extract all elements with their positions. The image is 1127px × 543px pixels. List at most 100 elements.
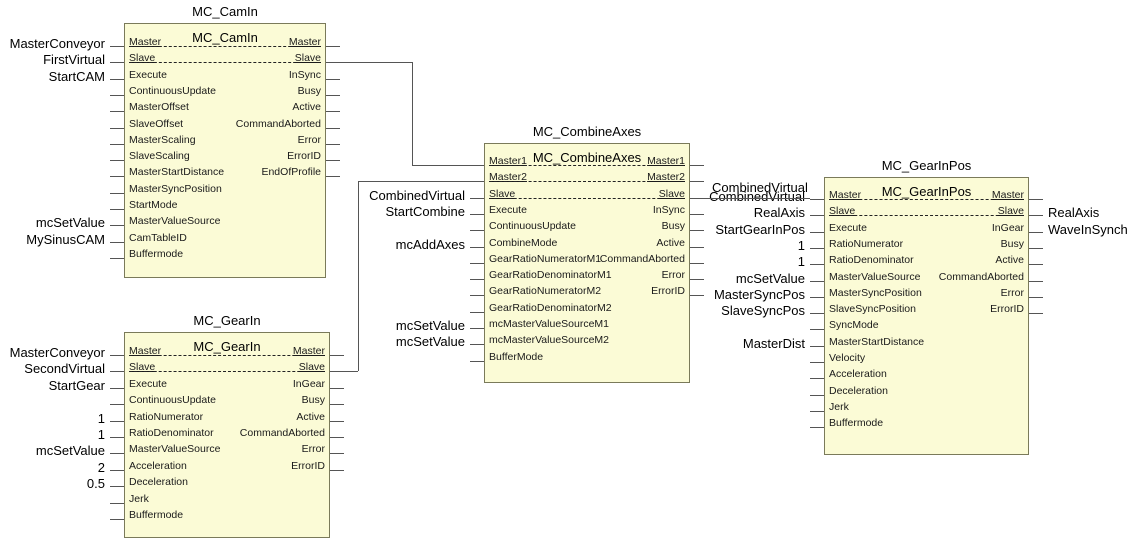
wire-camin-slave-h1 <box>340 62 412 64</box>
input-stub-cam_in-10 <box>110 209 124 210</box>
wire-gearin-slave-h1 <box>344 371 358 373</box>
input-stub-cam_in-7 <box>110 160 124 162</box>
input-pin-gear_in_pos-10: Velocity <box>829 352 866 364</box>
output-pin-gear_in-5: CommandAborted <box>239 427 325 439</box>
output-stub-gear_in-5 <box>330 437 344 438</box>
output-pin-gear_in-4: Active <box>296 410 325 423</box>
output-stub-combine_axes-3 <box>690 213 704 215</box>
output-stub-gear_in_pos-0 <box>1029 199 1043 200</box>
output-pin-gear_in-1: Slave <box>298 361 325 374</box>
function-block-gear_in_pos[interactable] <box>824 177 1029 455</box>
input-stub-gear_in_pos-2 <box>810 231 824 233</box>
output-stub-combine_axes-7 <box>690 279 704 281</box>
input-pin-cam_in-6: MasterScaling <box>129 133 196 146</box>
input-pin-cam_in-7: SlaveScaling <box>129 150 190 163</box>
input-stub-combine_axes-9 <box>470 311 484 313</box>
output-stub-gear_in_pos-1 <box>1029 215 1043 217</box>
input-stub-gear_in_pos-3 <box>810 247 824 249</box>
input-stub-gear_in_pos-8 <box>810 329 824 331</box>
input-stub-combine_axes-11 <box>470 344 484 346</box>
input-value-combine_axes-2: CombinedVirtual <box>369 187 465 203</box>
input-stub-combine_axes-2 <box>470 197 484 199</box>
input-stub-cam_in-8 <box>110 176 124 178</box>
input-stub-combine_axes-4 <box>470 230 484 232</box>
input-pin-cam_in-10: StartMode <box>129 199 178 211</box>
output-pin-gear_in_pos-7: ErrorID <box>990 303 1024 316</box>
input-stub-cam_in-12 <box>110 241 124 243</box>
input-stub-cam_in-4 <box>110 111 124 113</box>
input-stub-combine_axes-3 <box>470 213 484 215</box>
input-pin-gear_in_pos-5: MasterValueSource <box>829 270 921 283</box>
wire-camin-slave-h2 <box>412 165 470 166</box>
input-pin-gear_in-7: Acceleration <box>129 459 187 472</box>
input-pin-cam_in-11: MasterValueSource <box>129 215 221 228</box>
input-pin-gear_in_pos-14: Buffermode <box>829 417 884 430</box>
input-pin-gear_in_pos-8: SyncMode <box>829 319 879 332</box>
output-value-gear_in_pos-2: WaveInSynch <box>1048 221 1127 237</box>
wire-label-combined-virtual: CombinedVirtual <box>712 179 808 195</box>
input-value-gear_in-8: 0.5 <box>86 476 105 492</box>
input-stub-combine_axes-12 <box>470 360 484 362</box>
input-value-gear_in_pos-3: 1 <box>797 237 805 253</box>
input-stub-combine_axes-10 <box>470 328 484 329</box>
block-caption-gear_in: MC_GearIn <box>193 313 261 328</box>
input-stub-cam_in-6 <box>110 143 124 145</box>
output-pin-gear_in_pos-6: Error <box>1000 286 1024 299</box>
output-stub-cam_in-0 <box>326 46 340 47</box>
input-stub-gear_in_pos-9 <box>810 345 824 347</box>
output-stub-cam_in-5 <box>326 127 340 129</box>
input-value-gear_in-6: mcSetValue <box>35 443 105 459</box>
input-value-gear_in-5: 1 <box>97 427 105 442</box>
input-pin-gear_in-5: RatioDenominator <box>129 427 214 439</box>
input-pin-cam_in-13: Buffermode <box>129 247 184 260</box>
input-stub-gear_in_pos-10 <box>810 362 824 363</box>
output-stub-cam_in-6 <box>326 143 340 145</box>
output-stub-gear_in_pos-7 <box>1029 313 1043 315</box>
output-pin-cam_in-2: InSync <box>288 68 321 81</box>
input-pin-combine_axes-11: mcMasterValueSourceM2 <box>489 334 610 347</box>
input-value-gear_in_pos-9: MasterDist <box>742 335 805 351</box>
output-stub-combine_axes-0 <box>690 165 704 166</box>
input-stub-gear_in_pos-11 <box>810 378 824 380</box>
output-pin-gear_in-0: Master <box>292 345 325 357</box>
output-stub-combine_axes-1 <box>690 181 704 183</box>
block-caption-gear_in_pos: MC_GearInPos <box>881 158 972 173</box>
input-stub-gear_in_pos-13 <box>810 410 824 412</box>
input-value-gear_in-1: SecondVirtual <box>24 361 105 377</box>
input-stub-gear_in_pos-0 <box>810 199 824 200</box>
output-pin-cam_in-7: ErrorID <box>287 150 321 163</box>
wire-camin-slave-v <box>412 62 413 165</box>
input-stub-combine_axes-1 <box>470 181 484 183</box>
output-stub-combine_axes-4 <box>690 230 704 232</box>
input-pin-gear_in-9: Jerk <box>129 492 149 505</box>
output-pin-combine_axes-1: Master2 <box>647 171 685 184</box>
output-stub-gear_in-0 <box>330 355 344 356</box>
output-pin-gear_in_pos-1: Slave <box>997 205 1024 218</box>
output-pin-gear_in-6: Error <box>301 443 325 456</box>
output-pin-combine_axes-2: Slave <box>658 187 685 200</box>
output-stub-gear_in_pos-3 <box>1029 247 1043 249</box>
output-stub-combine_axes-5 <box>690 246 704 248</box>
diagram-canvas: MC_CamIn MC_CamIn Master MasterConveyor Slav… <box>0 0 1127 543</box>
output-pin-combine_axes-8: ErrorID <box>651 285 685 298</box>
input-value-cam_in-2: StartCAM <box>48 68 105 84</box>
input-value-cam_in-11: mcSetValue <box>35 215 105 231</box>
output-pin-gear_in_pos-5: CommandAborted <box>938 270 1024 283</box>
input-value-gear_in-4: 1 <box>97 410 105 426</box>
output-stub-cam_in-1 <box>326 62 340 64</box>
output-pin-gear_in-2: InGear <box>292 377 325 390</box>
input-stub-gear_in_pos-6 <box>810 296 824 298</box>
input-pin-gear_in_pos-3: RatioNumerator <box>829 237 904 250</box>
input-value-gear_in_pos-6: MasterSyncPos <box>713 286 805 302</box>
input-stub-gear_in_pos-5 <box>810 280 824 282</box>
output-pin-cam_in-5: CommandAborted <box>235 117 321 130</box>
input-pin-gear_in_pos-6: MasterSyncPosition <box>829 286 922 299</box>
wire-gearin-slave-h2 <box>358 181 470 183</box>
output-pin-cam_in-8: EndOfProfile <box>261 166 321 179</box>
output-pin-combine_axes-0: Master1 <box>647 155 685 167</box>
output-stub-gear_in-3 <box>330 404 344 406</box>
input-pin-gear_in-4: RatioNumerator <box>129 410 204 423</box>
output-stub-combine_axes-2 <box>690 197 704 199</box>
output-stub-cam_in-2 <box>326 78 340 80</box>
input-value-gear_in_pos-7: SlaveSyncPos <box>721 303 805 319</box>
